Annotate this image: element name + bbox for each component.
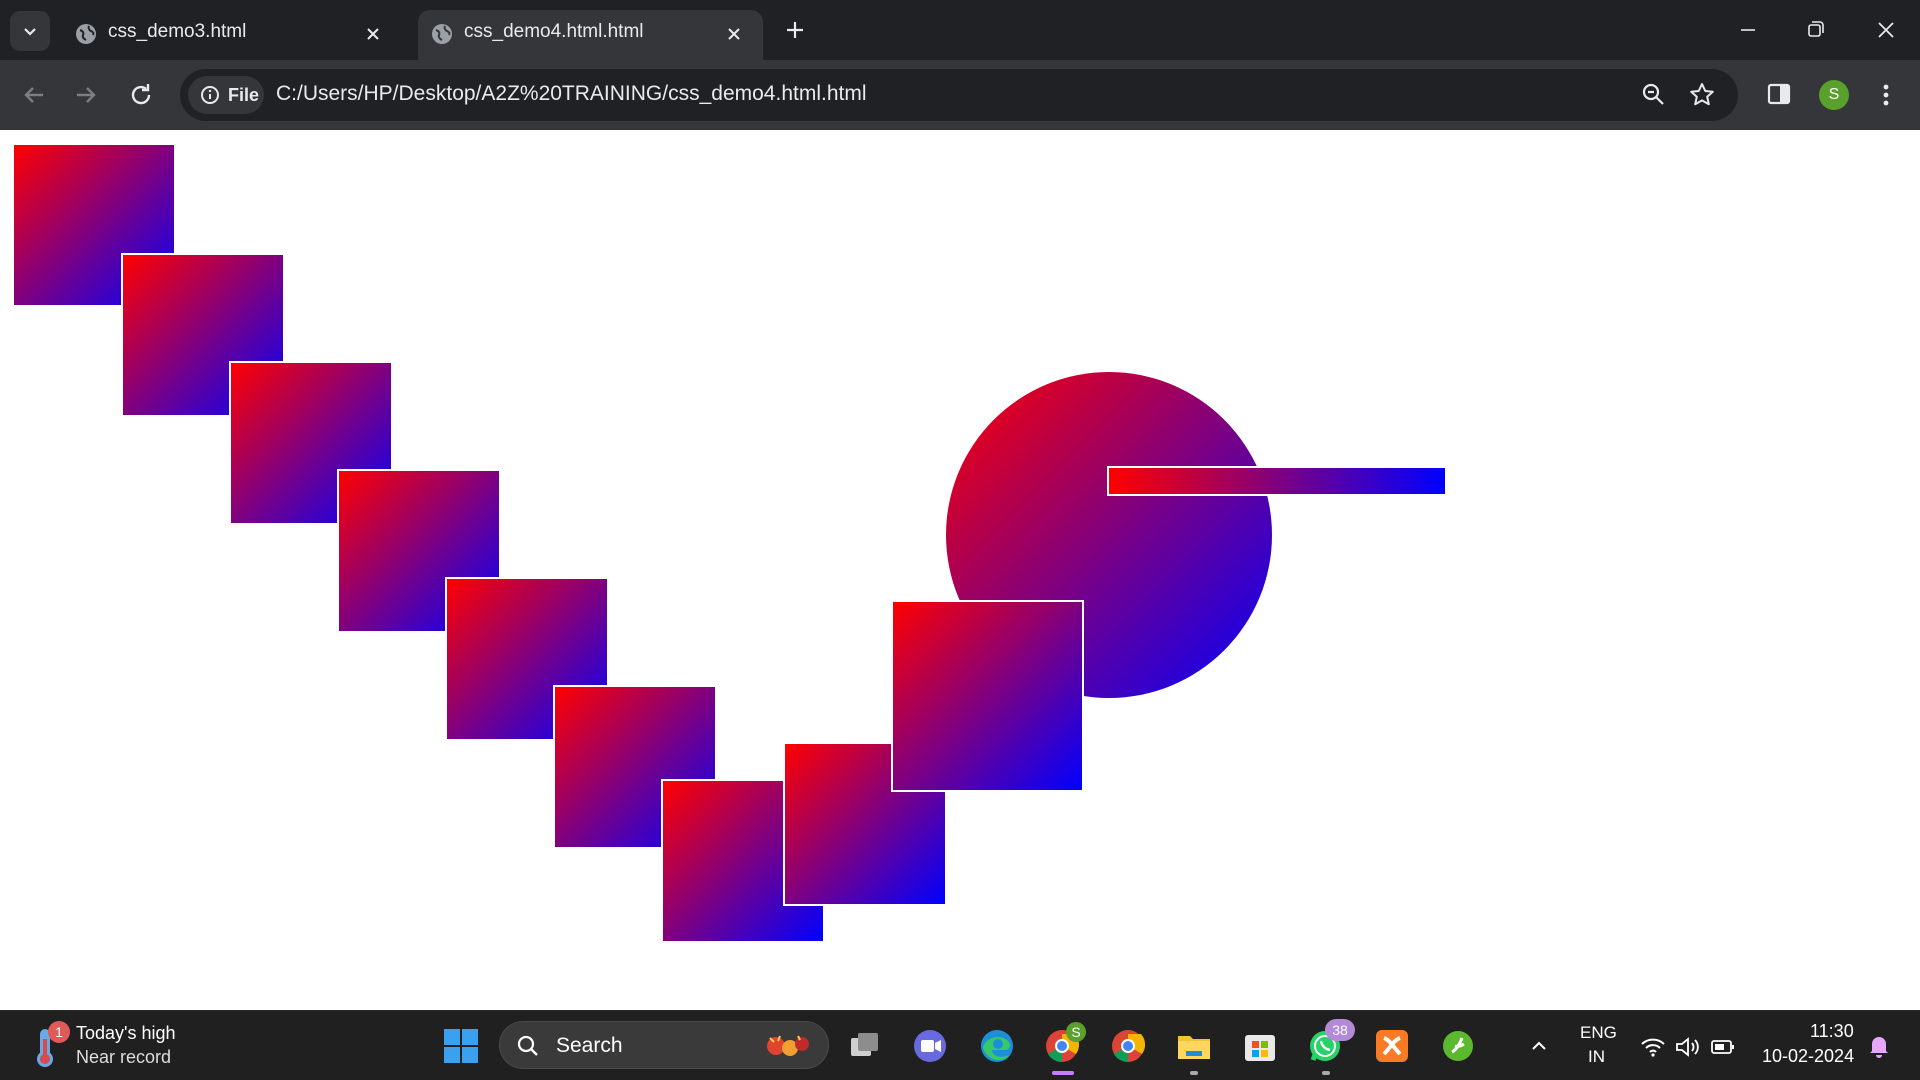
microsoft-store-icon[interactable] xyxy=(1240,1026,1280,1066)
search-placeholder: Search xyxy=(556,1034,623,1057)
gradient-bar xyxy=(1107,466,1447,496)
gradient-square-large xyxy=(891,600,1084,792)
globe-icon xyxy=(432,24,452,44)
site-info-chip[interactable]: File xyxy=(188,76,264,114)
battery-icon[interactable] xyxy=(1710,1035,1736,1059)
site-chip-label: File xyxy=(228,84,260,105)
tab-title: css_demo4.html.html xyxy=(464,21,644,42)
zoom-icon[interactable] xyxy=(1640,81,1668,109)
search-icon xyxy=(517,1035,538,1056)
edge-browser-icon[interactable] xyxy=(977,1026,1017,1066)
page-content xyxy=(0,130,1920,1010)
language-indicator[interactable]: ENG xyxy=(1580,1023,1617,1043)
close-icon[interactable] xyxy=(362,23,384,45)
chrome-profile-badge: S xyxy=(1066,1022,1086,1042)
windows-taskbar: 1 Today's high Near record Search S 38 E… xyxy=(0,1010,1920,1080)
weather-badge: 1 xyxy=(48,1021,70,1043)
tab-css-demo4[interactable]: css_demo4.html.html xyxy=(418,10,763,60)
taskbar-search[interactable]: Search xyxy=(499,1021,829,1069)
tab-title: css_demo3.html xyxy=(108,21,247,42)
chevron-down-icon xyxy=(24,28,36,36)
clock-date[interactable]: 10-02-2024 xyxy=(1762,1046,1854,1067)
chrome-icon[interactable] xyxy=(1108,1026,1148,1066)
file-explorer-icon[interactable] xyxy=(1174,1026,1214,1066)
volume-icon[interactable] xyxy=(1674,1035,1700,1059)
profile-avatar[interactable]: S xyxy=(1819,80,1849,110)
search-highlight-icon xyxy=(767,1035,809,1056)
restore-icon[interactable] xyxy=(1795,14,1835,46)
address-bar[interactable]: File C:/Users/HP/Desktop/A2Z%20TRAINING/… xyxy=(180,69,1738,121)
weather-subtitle[interactable]: Near record xyxy=(76,1047,171,1068)
open-app-indicator xyxy=(1322,1071,1330,1075)
app-green-icon[interactable] xyxy=(1438,1026,1478,1066)
reload-icon[interactable] xyxy=(125,79,157,111)
windows-start-icon[interactable] xyxy=(443,1028,479,1064)
tab-strip: css_demo3.html css_demo4.html.html xyxy=(0,0,1920,60)
tab-search-button[interactable] xyxy=(10,11,50,51)
wifi-icon[interactable] xyxy=(1640,1035,1666,1059)
task-view-icon[interactable] xyxy=(845,1026,885,1066)
forward-icon[interactable] xyxy=(70,79,102,111)
info-icon xyxy=(201,86,219,104)
chevron-up-icon[interactable] xyxy=(1528,1035,1550,1057)
notification-bell-icon[interactable] xyxy=(1866,1033,1892,1059)
new-tab-icon[interactable] xyxy=(782,17,808,43)
weather-title[interactable]: Today's high xyxy=(76,1023,176,1044)
side-panel-icon[interactable] xyxy=(1765,80,1793,108)
globe-icon xyxy=(76,24,96,44)
tab-css-demo3[interactable]: css_demo3.html xyxy=(62,10,402,60)
whatsapp-unread-badge: 38 xyxy=(1325,1019,1355,1041)
url-text[interactable]: C:/Users/HP/Desktop/A2Z%20TRAINING/css_d… xyxy=(276,82,867,106)
more-menu-icon[interactable] xyxy=(1874,80,1898,110)
browser-toolbar: File C:/Users/HP/Desktop/A2Z%20TRAINING/… xyxy=(0,60,1920,130)
active-app-indicator xyxy=(1052,1071,1074,1075)
bookmark-star-icon[interactable] xyxy=(1688,81,1716,109)
close-icon[interactable] xyxy=(723,23,745,45)
teams-chat-icon[interactable] xyxy=(910,1026,950,1066)
xampp-icon[interactable] xyxy=(1372,1026,1412,1066)
language-region[interactable]: IN xyxy=(1588,1047,1605,1067)
open-app-indicator xyxy=(1190,1071,1198,1075)
minimize-icon[interactable] xyxy=(1728,14,1768,46)
close-window-icon[interactable] xyxy=(1866,14,1906,46)
clock-time[interactable]: 11:30 xyxy=(1810,1021,1854,1042)
back-icon[interactable] xyxy=(18,79,50,111)
